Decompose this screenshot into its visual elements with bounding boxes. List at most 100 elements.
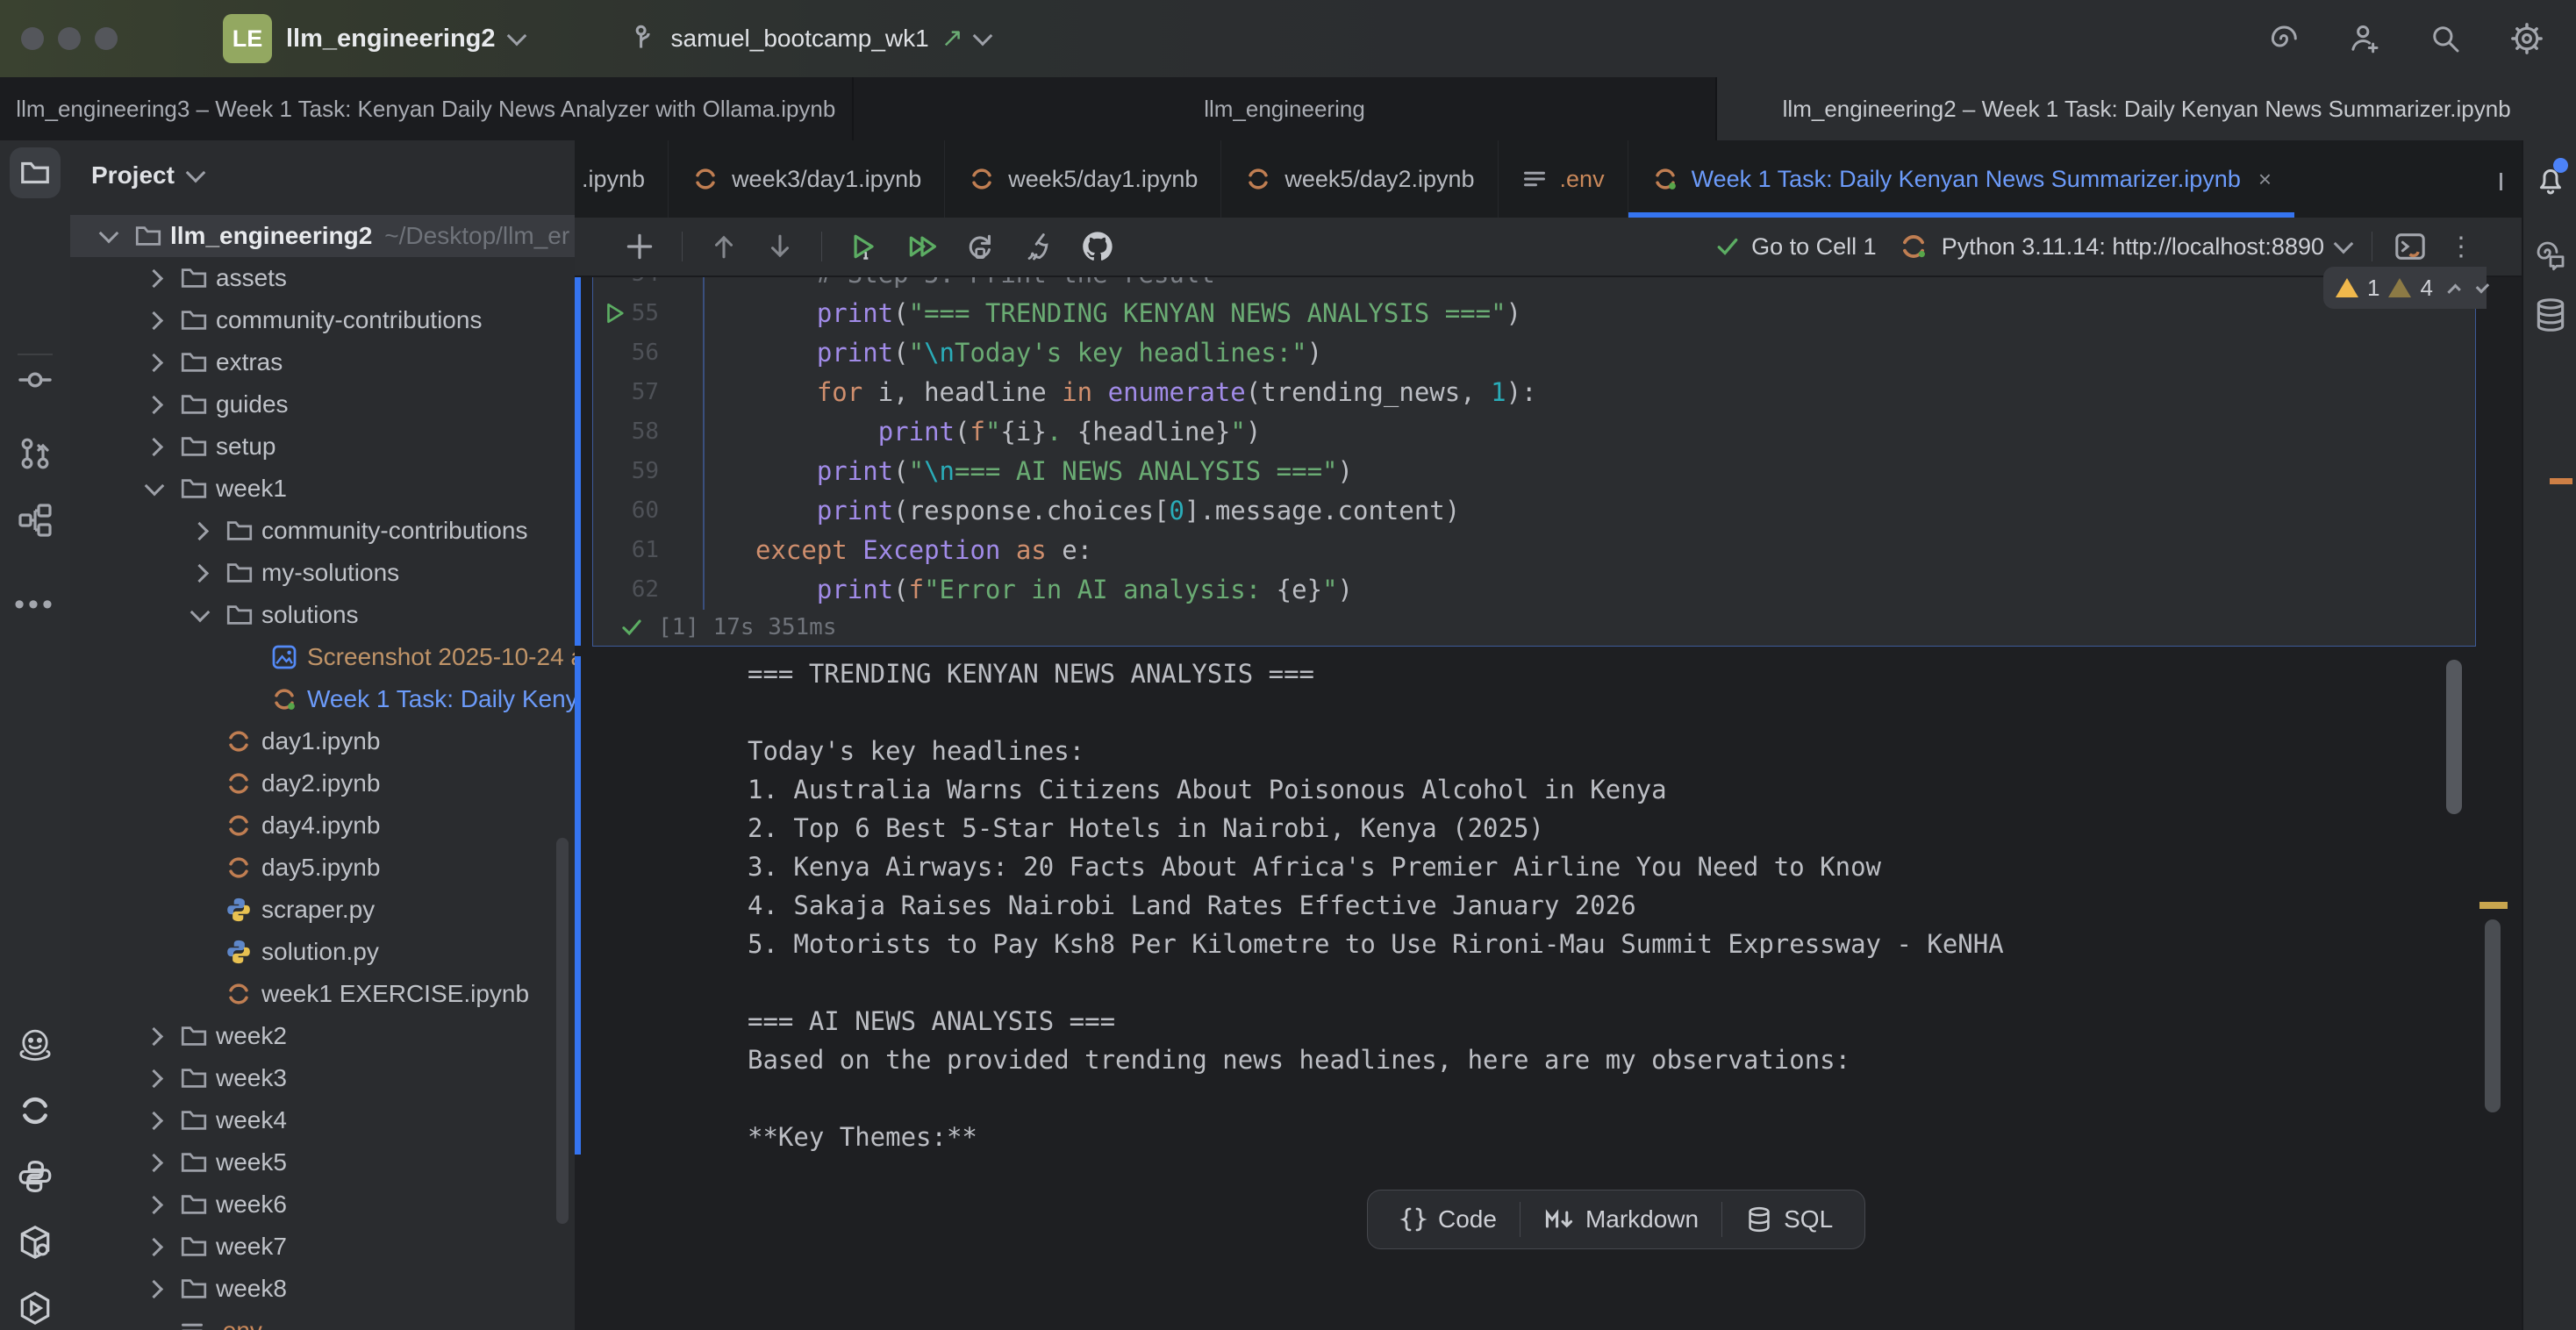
tree-item[interactable]: llm_engineering2~/Desktop/llm_er [70,215,575,257]
tree-item[interactable]: day4.ipynb [70,804,575,847]
editor-tab[interactable]: .ipynb [575,140,668,218]
tree-item[interactable]: day2.ipynb [70,762,575,804]
editor-tab[interactable]: week3/day1.ipynb [668,140,944,218]
code-line[interactable]: 60 print(response.choices[0].message.con… [593,491,2475,531]
python-tool-button[interactable] [17,1158,54,1195]
chevron-down-icon[interactable] [145,476,165,497]
project-tool-button[interactable] [10,147,61,198]
editor-tab[interactable]: Week 1 Task: Daily Kenyan News Summarize… [1628,140,2294,218]
zoom-window-button[interactable] [95,27,118,50]
huggingface-tool-button[interactable] [16,1026,54,1065]
window-tab[interactable]: llm_engineering2 – Week 1 Task: Daily Ke… [1717,77,2576,140]
chevron-right-icon[interactable] [145,395,163,413]
chevron-right-icon[interactable] [145,353,163,371]
chevron-right-icon[interactable] [145,268,163,287]
move-cell-up-button[interactable] [709,232,739,261]
run-cell-button[interactable] [848,231,880,262]
chevron-right-icon[interactable] [145,1237,163,1255]
editor-tab[interactable]: .env [1498,140,1628,218]
code-line[interactable]: 58 print(f"{i}. {headline}") [593,412,2475,452]
chevron-right-icon[interactable] [145,311,163,329]
tree-item[interactable]: solutions [70,594,575,636]
editor-tab[interactable]: week5/day1.ipynb [944,140,1220,218]
code-line[interactable]: 55 print("=== TRENDING KENYAN NEWS ANALY… [593,294,2475,333]
go-to-cell-action[interactable]: Go to Cell 1 [1714,233,1877,261]
move-cell-down-button[interactable] [765,232,795,261]
chevron-right-icon[interactable] [145,1069,163,1087]
tree-item[interactable]: day5.ipynb [70,847,575,889]
code-line[interactable]: 56 print("\nToday's key headlines:") [593,333,2475,373]
add-user-icon[interactable] [2346,20,2383,57]
code-line[interactable]: 62 print(f"Error in AI analysis: {e}") [593,570,2475,610]
tree-item[interactable]: community-contributions [70,299,575,341]
chevron-right-icon[interactable] [145,1195,163,1213]
prev-problem-chevron-icon[interactable] [2448,283,2461,297]
settings-gear-icon[interactable] [2508,19,2546,58]
tree-item[interactable]: .env [70,1310,575,1330]
tree-item[interactable]: week1 EXERCISE.ipynb [70,973,575,1015]
tree-item[interactable]: setup [70,425,575,468]
tree-item[interactable]: week8 [70,1268,575,1310]
project-panel-header[interactable]: Project [91,161,203,189]
add-cell-button[interactable] [624,231,655,262]
add-sql-cell-button[interactable]: SQL [1722,1191,1856,1248]
chevron-right-icon[interactable] [145,1153,163,1171]
tree-item[interactable]: community-contributions [70,510,575,552]
restart-kernel-button[interactable] [964,231,996,262]
chevron-right-icon[interactable] [145,1026,163,1045]
branch-selector[interactable]: samuel_bootcamp_wk1 ↗ [629,24,990,54]
output-scrollbar[interactable] [2446,660,2462,814]
tree-item[interactable]: day1.ipynb [70,720,575,762]
window-tab[interactable]: llm_engineering [854,77,1718,140]
code-line[interactable]: 59 print("\n=== AI NEWS ANALYSIS ===") [593,452,2475,491]
minimize-window-button[interactable] [58,27,81,50]
ai-assistant-icon[interactable] [2265,20,2302,57]
tab-close-icon[interactable]: × [2258,166,2272,193]
tree-item[interactable]: extras [70,341,575,383]
chevron-right-icon[interactable] [145,1279,163,1298]
close-window-button[interactable] [21,27,44,50]
project-selector[interactable]: llm_engineering2 [286,25,524,54]
tree-item[interactable]: week1 [70,468,575,510]
jupyter-tool-button[interactable] [17,1092,54,1129]
github-icon[interactable] [1080,229,1115,264]
package-tool-button[interactable] [17,1224,54,1261]
window-tab[interactable]: llm_engineering3 – Week 1 Task: Kenyan D… [0,77,854,140]
chevron-right-icon[interactable] [145,437,163,455]
jupyter-console-button[interactable] [2394,230,2427,263]
code-line[interactable]: 61except Exception as e: [593,531,2475,570]
tree-item[interactable]: Week 1 Task: Daily Kenyar [70,678,575,720]
chevron-down-icon[interactable] [190,603,211,623]
code-cell[interactable]: 54 # Step 5: Print the result55 print("=… [592,254,2476,647]
kernel-selector[interactable]: Python 3.11.14: http://localhost:8890 [1898,231,2351,262]
clear-outputs-button[interactable] [1022,231,1054,262]
tree-item[interactable]: week6 [70,1183,575,1226]
tree-item[interactable]: week3 [70,1057,575,1099]
chevron-right-icon[interactable] [190,563,209,582]
tree-item[interactable]: week2 [70,1015,575,1057]
tab-list-chevron-icon[interactable] [2500,173,2502,189]
pull-request-tool-button[interactable] [18,436,53,471]
run-all-cells-button[interactable] [906,231,938,262]
tree-item[interactable]: Screenshot 2025-10-24 at [70,636,575,678]
run-targets-tool-button[interactable] [17,1290,54,1326]
tree-item[interactable]: solution.py [70,931,575,973]
tree-item[interactable]: week5 [70,1141,575,1183]
chevron-down-icon[interactable] [99,224,119,244]
commit-tool-button[interactable] [18,362,53,397]
search-icon[interactable] [2427,20,2464,57]
more-options-kebab-icon[interactable]: ⋮ [2448,232,2474,262]
next-problem-chevron-icon[interactable] [2476,279,2489,292]
tree-item[interactable]: week7 [70,1226,575,1268]
add-code-cell-button[interactable]: Code [1377,1191,1520,1248]
tree-item[interactable]: week4 [70,1099,575,1141]
database-tool-button[interactable] [2532,297,2569,333]
chevron-right-icon[interactable] [145,1111,163,1129]
more-tools-button[interactable]: ••• [14,588,56,622]
tree-item[interactable]: guides [70,383,575,425]
gutter-run-icon[interactable] [602,300,628,326]
code-line[interactable]: 57 for i, headline in enumerate(trending… [593,373,2475,412]
inspections-widget[interactable]: 1 4 [2323,267,2487,309]
ai-assistant-tool-button[interactable] [2532,237,2569,274]
chevron-right-icon[interactable] [190,521,209,540]
